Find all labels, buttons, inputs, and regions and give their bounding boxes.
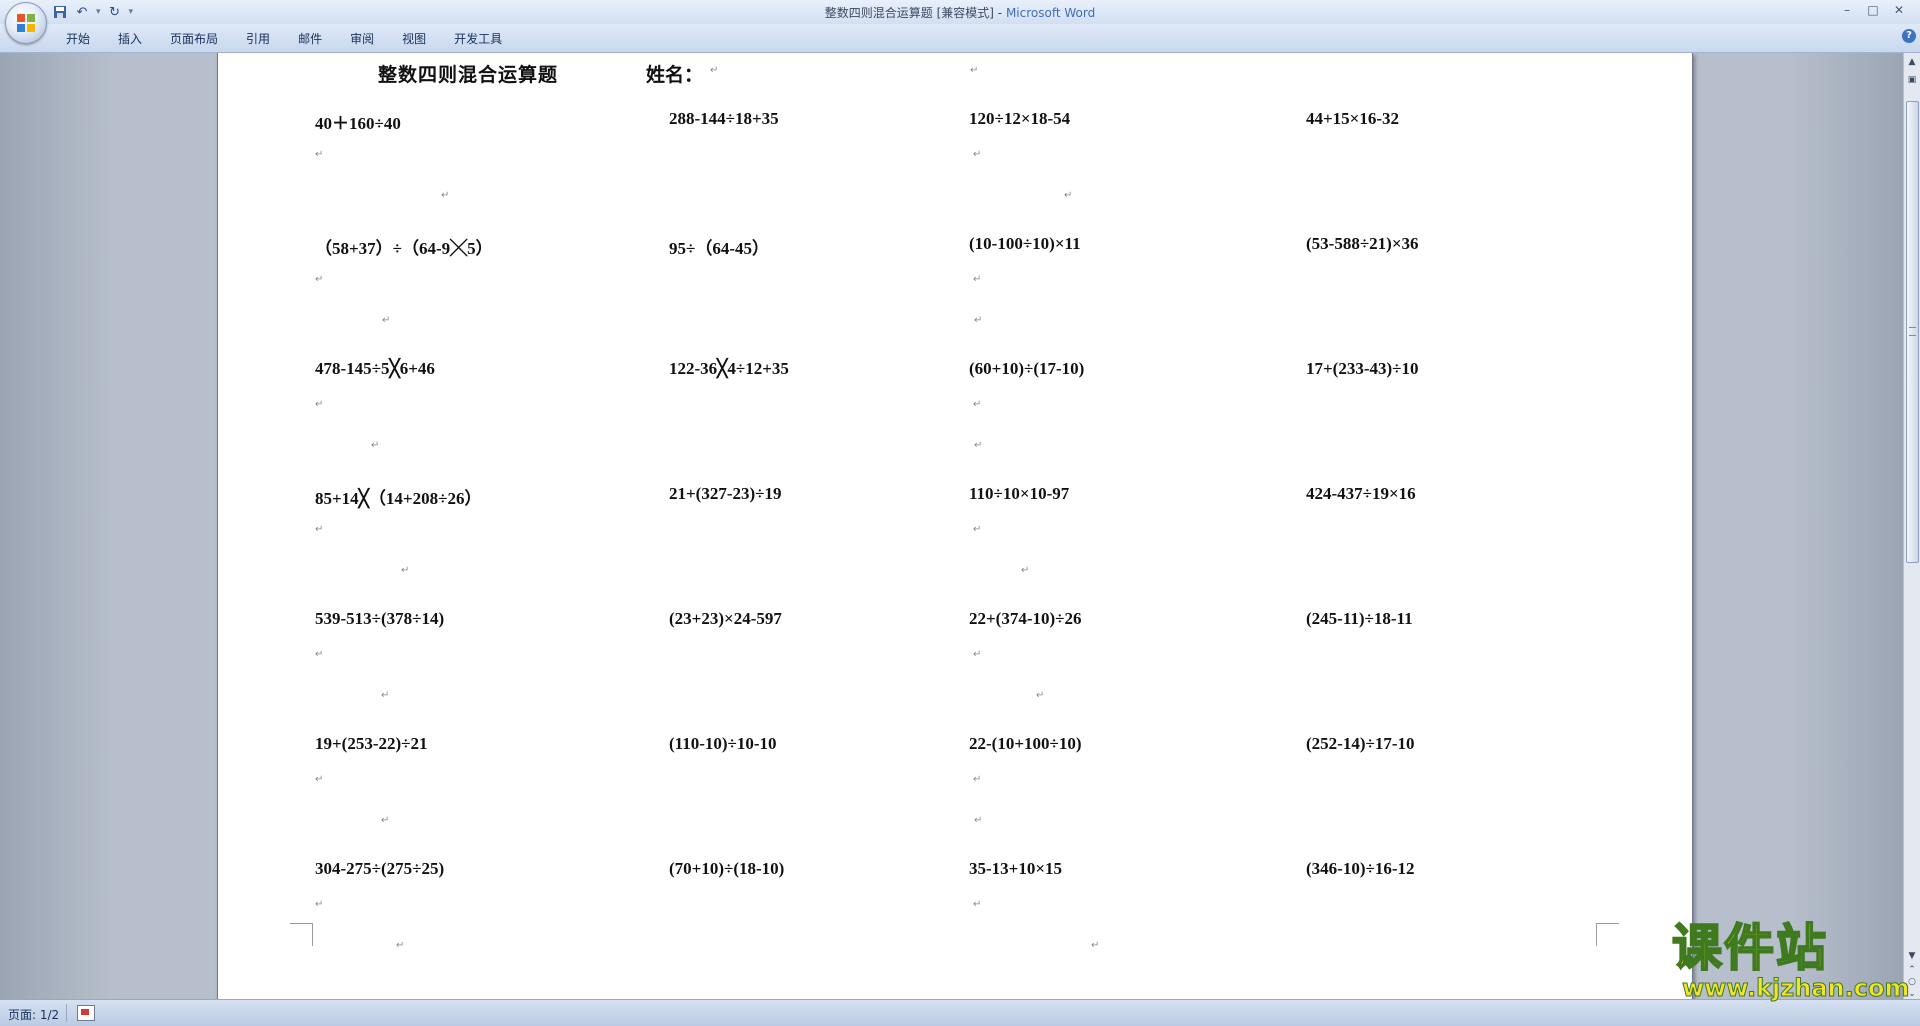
exercise-expression: (245-11)÷18-11 [1306,609,1413,628]
paragraph-mark: ↵ [973,524,982,535]
app-name: Microsoft Word [1005,6,1096,20]
paragraph-mark: ↵ [973,399,982,410]
exercise-expression: 40＋160÷40 [315,114,401,133]
exercise-expression: (60+10)÷(17-10) [969,359,1085,378]
scroll-down-icon[interactable]: ▼ [1905,949,1919,963]
paragraph-mark: ↵ [315,399,324,410]
paragraph-mark: ↵ [974,315,983,326]
paragraph-mark: ↵ [974,440,983,451]
tab-references[interactable]: 引用 [232,29,284,49]
document-name: 整数四则混合运算题 [兼容模式] [824,6,994,20]
paragraph-mark: ↵ [315,774,324,785]
exercise-expression: 22+(374-10)÷26 [969,609,1082,628]
paragraph-mark: ↵ [710,65,719,76]
exercise-expression: (70+10)÷(18-10) [669,859,785,878]
paragraph-mark: ↵ [381,815,390,826]
paragraph-mark: ↵ [371,440,380,451]
watermark: 课件站 www.kjzhan.com [1664,919,1910,1003]
watermark-logo: 课件站 [1671,919,1828,977]
exercise-expression: (53-588÷21)×36 [1306,234,1419,253]
paragraph-mark: ↵ [973,774,982,785]
paragraph-mark: ↵ [381,690,390,701]
title-separator: - [993,6,1006,20]
ruler-toggle-icon[interactable]: ▣ [1905,73,1919,87]
exercise-expression: 22-(10+100÷10) [969,734,1082,753]
office-button[interactable] [5,2,47,44]
document-workspace: 整数四则混合运算题 姓名： 40＋160÷40 288-144÷18+35 120÷… [0,53,1904,999]
paragraph-mark: ↵ [382,315,391,326]
paragraph-mark: ↵ [1021,565,1030,576]
exercise-expression: 85+14╳（14+208÷26） [315,489,482,508]
thumb-grip-icon [1909,327,1916,336]
exercise-expression: 35-13+10×15 [969,859,1063,878]
watermark-url: www.kjzhan.com [1681,974,1910,1003]
paragraph-mark: ↵ [973,899,982,910]
paragraph-mark: ↵ [441,190,450,201]
exercise-expression: (346-10)÷16-12 [1306,859,1415,878]
tab-view[interactable]: 视图 [388,29,440,49]
scroll-thumb[interactable] [1906,101,1919,563]
close-button[interactable]: ✕ [1886,1,1912,19]
ribbon-tab-bar: 开始 插入 页面布局 引用 邮件 审阅 视图 开发工具 ? [0,24,1920,53]
minimize-button[interactable]: – [1834,1,1860,19]
tab-mailings[interactable]: 邮件 [284,29,336,49]
exercise-expression: 44+15×16-32 [1306,109,1400,128]
exercise-expression: 288-144÷18+35 [669,109,779,128]
maximize-button[interactable]: □ [1860,1,1886,19]
paragraph-mark: ↵ [973,149,982,160]
paragraph-mark: ↵ [396,940,405,951]
tab-page-layout[interactable]: 页面布局 [156,29,232,49]
paragraph-mark: ↵ [1064,190,1073,201]
exercise-expression: 21+(327-23)÷19 [669,484,782,503]
exercise-expression: 122-36╳4÷12+35 [669,359,789,378]
page-count[interactable]: 页面: 1/2 [8,1006,59,1023]
tab-insert[interactable]: 插入 [104,29,156,49]
help-icon[interactable]: ? [1902,29,1916,43]
paragraph-mark: ↵ [1091,940,1100,951]
exercise-expression: (252-14)÷17-10 [1306,734,1415,753]
exercise-expression: 95÷（64-45） [669,239,769,258]
exercise-expression: 17+(233-43)÷10 [1306,359,1419,378]
status-bar: 页面: 1/2 [0,999,1920,1026]
exercise-expression: 304-275÷(275÷25) [315,859,445,878]
tab-developer[interactable]: 开发工具 [440,29,516,49]
paragraph-mark: ↵ [315,649,324,660]
paragraph-mark: ↵ [401,565,410,576]
exercise-expression: (10-100÷10)×11 [969,234,1081,253]
paragraph-mark: ↵ [974,815,983,826]
tab-home[interactable]: 开始 [52,29,104,49]
document-heading: 整数四则混合运算题 [378,64,559,86]
paragraph-mark: ↵ [315,149,324,160]
exercise-expression: (23+23)×24-597 [669,609,782,628]
exercise-expression: 539-513÷(378÷14) [315,609,445,628]
vertical-scrollbar[interactable]: ▲ ▣ ▼ ⌃ ○ ⌄ [1903,53,1920,999]
exercise-expression: 110÷10×10-97 [969,484,1070,503]
proofing-icon[interactable] [77,1005,95,1021]
office-logo-icon [17,14,35,32]
exercise-expression: （58+37）÷（64-9╳5） [315,239,493,258]
paragraph-mark: ↵ [970,65,979,76]
crop-mark-right [1596,923,1619,946]
paragraph-mark: ↵ [973,274,982,285]
paragraph-mark: ↵ [1036,690,1045,701]
exercise-expression: 120÷12×18-54 [969,109,1071,128]
exercise-expression: (110-10)÷10-10 [669,734,777,753]
paragraph-mark: ↵ [973,649,982,660]
exercise-expression: 478-145÷5╳6+46 [315,359,435,378]
exercise-expression: 424-437÷19×16 [1306,484,1416,503]
crop-mark-left [290,923,313,946]
title-bar: ↶ ▾ ↻ ▾ 整数四则混合运算题 [兼容模式] - Microsoft Wor… [0,0,1920,24]
document-page[interactable]: 整数四则混合运算题 姓名： 40＋160÷40 288-144÷18+35 120÷… [217,53,1693,999]
tab-review[interactable]: 审阅 [336,29,388,49]
paragraph-mark: ↵ [315,899,324,910]
scroll-up-icon[interactable]: ▲ [1905,55,1919,69]
exercise-expression: 19+(253-22)÷21 [315,734,428,753]
paragraph-mark: ↵ [315,274,324,285]
window-controls: – □ ✕ [1834,1,1912,19]
paragraph-mark: ↵ [315,524,324,535]
name-label: 姓名： [646,64,704,86]
status-divider [66,1004,67,1022]
window-title: 整数四则混合运算题 [兼容模式] - Microsoft Word [0,4,1920,21]
